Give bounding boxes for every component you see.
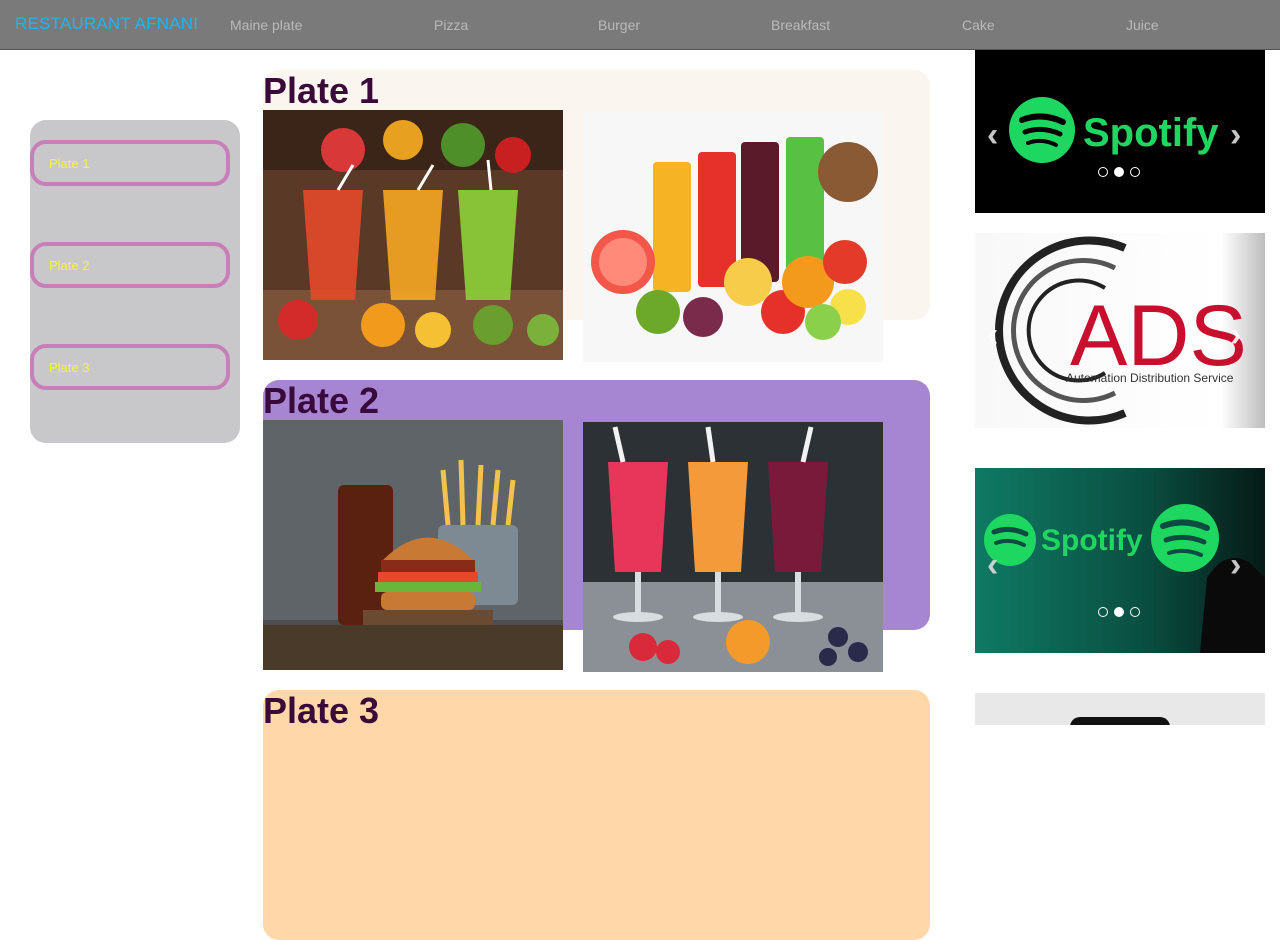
carousel-dot-active[interactable] — [1114, 607, 1124, 617]
sidebar-button-label: Plate 3 — [49, 360, 90, 375]
burger-fries-photo — [263, 420, 563, 670]
carousel-indicators — [1098, 167, 1140, 177]
carousel-dot[interactable] — [1098, 167, 1108, 177]
sidebar-button-label: Plate 1 — [49, 156, 90, 171]
sidebar: Plate 1 Plate 2 Plate 3 — [30, 120, 240, 443]
nav-item-maine-plate[interactable]: Maine plate — [230, 17, 302, 33]
spotify-logo-text: Spotify — [1083, 111, 1219, 155]
plate-1-title: Plate 1 — [263, 70, 380, 111]
plate-3-title: Plate 3 — [263, 690, 380, 731]
ads-logo-subtext: Automation Distribution Service — [1066, 371, 1234, 385]
sidebar-button-plate-1[interactable]: Plate 1 — [30, 140, 230, 186]
top-navbar: RESTAURANT AFNANI Maine plate Pizza Burg… — [0, 0, 1280, 50]
nav-item-breakfast[interactable]: Breakfast — [771, 17, 830, 33]
ads-ad-carousel[interactable]: ADS Automation Distribution Service ‹ › — [975, 233, 1265, 428]
carousel-prev-icon[interactable]: ‹ — [987, 548, 998, 582]
ads-logo-text: ADS — [1070, 288, 1247, 384]
juice-cups-photo — [263, 110, 563, 360]
carousel-next-icon[interactable]: › — [1230, 318, 1241, 352]
carousel-dot[interactable] — [1098, 607, 1108, 617]
nav-item-juice[interactable]: Juice — [1126, 17, 1159, 33]
brand-logo[interactable]: RESTAURANT AFNANI — [15, 14, 198, 34]
nav-item-cake[interactable]: Cake — [962, 17, 995, 33]
carousel-dot[interactable] — [1130, 167, 1140, 177]
carousel-dot[interactable] — [1130, 607, 1140, 617]
plate-2-title: Plate 2 — [263, 380, 380, 421]
nav-item-burger[interactable]: Burger — [598, 17, 640, 33]
spotify-ad-carousel[interactable]: Spotify ‹ › — [975, 50, 1265, 213]
sidebar-button-plate-3[interactable]: Plate 3 — [30, 344, 230, 390]
spotify-banner-carousel[interactable]: Spotify ‹ › — [975, 468, 1265, 653]
sidebar-button-label: Plate 2 — [49, 258, 90, 273]
carousel-prev-icon[interactable]: ‹ — [987, 318, 998, 352]
carousel-indicators — [1098, 607, 1140, 617]
carousel-next-icon[interactable]: › — [1230, 118, 1241, 152]
carousel-prev-icon[interactable]: ‹ — [987, 118, 998, 152]
smoothie-glasses-photo — [583, 422, 883, 672]
spotify-banner-text: Spotify — [1041, 524, 1143, 557]
next-ad-carousel[interactable] — [975, 693, 1265, 725]
sidebar-button-plate-2[interactable]: Plate 2 — [30, 242, 230, 288]
juice-glasses-fruits-photo — [583, 112, 883, 362]
carousel-dot-active[interactable] — [1114, 167, 1124, 177]
carousel-next-icon[interactable]: › — [1230, 548, 1241, 582]
nav-item-pizza[interactable]: Pizza — [434, 17, 468, 33]
